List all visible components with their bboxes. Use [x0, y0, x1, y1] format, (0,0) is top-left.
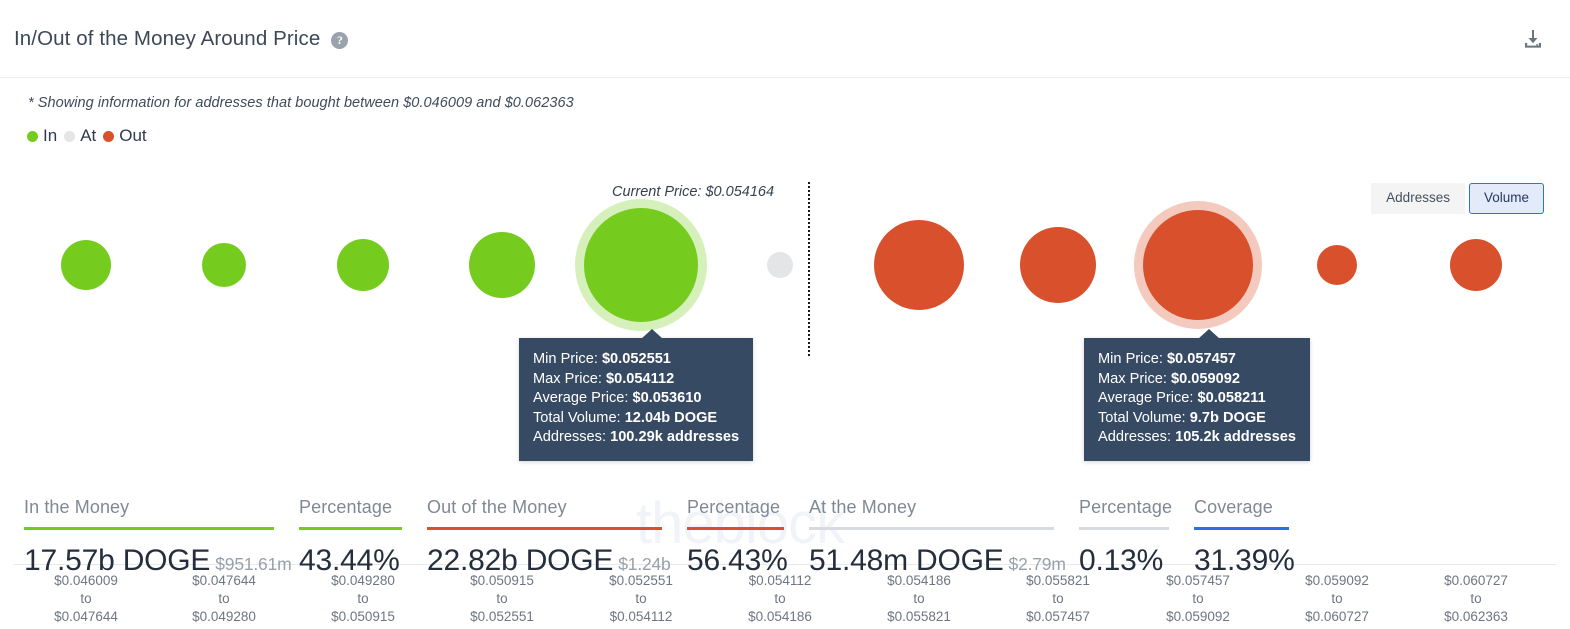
stat-value: 17.57b DOGE$951.61m [24, 530, 299, 578]
x-axis-label: $0.060727to$0.062363 [1444, 572, 1508, 626]
bubble-in[interactable] [202, 243, 246, 287]
tooltip-max-price-value: $0.059092 [1171, 371, 1240, 387]
bubble-in[interactable] [337, 239, 389, 291]
tooltip-max-price-value: $0.054112 [606, 371, 674, 387]
download-icon[interactable] [1520, 26, 1546, 52]
stat-block: Percentage43.44% [299, 497, 427, 578]
tooltip-volume-label: Total Volume: [1098, 410, 1186, 426]
stat-value: 22.82b DOGE$1.24b [427, 530, 687, 578]
tooltip-avg-price-label: Average Price: [533, 390, 628, 406]
legend-item-out[interactable]: Out [103, 126, 146, 146]
bubble-at[interactable] [767, 252, 793, 278]
stat-label: Percentage [299, 497, 427, 527]
tooltip-addresses-label: Addresses: [533, 429, 606, 445]
x-axis-label: $0.057457to$0.059092 [1166, 572, 1230, 626]
x-axis-label: $0.052551to$0.054112 [609, 572, 673, 626]
x-axis-label: $0.047644to$0.049280 [192, 572, 256, 626]
tooltip-addresses-value: 105.2k addresses [1175, 429, 1296, 445]
stat-value: 31.39% [1194, 530, 1314, 578]
stat-value: 43.44% [299, 530, 427, 578]
x-axis-labels: $0.046009to$0.047644 $0.047644to$0.049280… [0, 572, 1570, 628]
bubble-tooltip: Min Price: $0.052551 Max Price: $0.05411… [519, 338, 753, 461]
stat-block: Coverage31.39% [1194, 497, 1314, 578]
stat-block: At the Money51.48m DOGE$2.79m [809, 497, 1079, 578]
stat-label: At the Money [809, 497, 1079, 527]
tooltip-min-price-value: $0.057457 [1167, 351, 1236, 367]
tooltip-min-price-label: Min Price: [1098, 351, 1163, 367]
bubble-tooltip: Min Price: $0.057457 Max Price: $0.05909… [1084, 338, 1310, 461]
stat-subvalue: $2.79m [1009, 554, 1066, 574]
legend-label-at: At [80, 126, 96, 146]
bubble-out[interactable] [1020, 227, 1096, 303]
x-axis-label: $0.055821to$0.057457 [1026, 572, 1090, 626]
bubble-out[interactable] [874, 220, 964, 310]
bubble-in[interactable] [584, 208, 698, 322]
legend-dot-in-icon [27, 131, 38, 142]
tooltip-arrow-icon [1198, 329, 1220, 339]
x-axis-label: $0.059092to$0.060727 [1305, 572, 1369, 626]
tooltip-max-price-label: Max Price: [1098, 371, 1167, 387]
current-price-label: Current Price: $0.054164 [612, 184, 774, 200]
current-price-line [808, 182, 810, 356]
tooltip-addresses-value: 100.29k addresses [610, 429, 739, 445]
legend-item-in[interactable]: In [27, 126, 57, 146]
stat-subvalue: $951.61m [215, 554, 291, 574]
disclaimer-note: * Showing information for addresses that… [0, 78, 1570, 111]
tooltip-max-price-label: Max Price: [533, 371, 602, 387]
stat-label: In the Money [24, 497, 299, 527]
legend-dot-at-icon [64, 131, 75, 142]
tooltip-avg-price-label: Average Price: [1098, 390, 1193, 406]
stat-label: Out of the Money [427, 497, 687, 527]
help-icon[interactable]: ? [331, 32, 348, 49]
bubble-out[interactable] [1317, 245, 1357, 285]
bubble-in[interactable] [61, 240, 111, 290]
stat-label: Coverage [1194, 497, 1314, 527]
x-axis-label: $0.046009to$0.047644 [54, 572, 118, 626]
stat-value: 51.48m DOGE$2.79m [809, 530, 1079, 578]
stat-value: 56.43% [687, 530, 809, 578]
legend-label-in: In [43, 126, 57, 146]
legend-label-out: Out [119, 126, 146, 146]
stat-block: Percentage0.13% [1079, 497, 1194, 578]
summary-stats: In the Money17.57b DOGE$951.61mPercentag… [0, 497, 1570, 578]
legend: In At Out [0, 111, 1570, 146]
tooltip-addresses-label: Addresses: [1098, 429, 1171, 445]
bubble-out[interactable] [1450, 239, 1502, 291]
stat-block: Percentage56.43% [687, 497, 809, 578]
x-axis-label: $0.054112to$0.054186 [748, 572, 812, 626]
tooltip-min-price-label: Min Price: [533, 351, 598, 367]
tooltip-avg-price-value: $0.053610 [633, 390, 702, 406]
stat-block: Out of the Money22.82b DOGE$1.24b [427, 497, 687, 578]
bubble-out[interactable] [1143, 210, 1253, 320]
tooltip-volume-label: Total Volume: [533, 410, 621, 426]
page-title: In/Out of the Money Around Price [14, 27, 320, 51]
x-axis-label: $0.050915to$0.052551 [470, 572, 534, 626]
tooltip-volume-value: 12.04b DOGE [625, 410, 717, 426]
legend-item-at[interactable]: At [64, 126, 96, 146]
legend-dot-out-icon [103, 131, 114, 142]
stat-label: Percentage [1079, 497, 1194, 527]
bubble-chart: theblock Current Price: $0.054164 $0.046… [0, 160, 1570, 390]
x-axis-label: $0.054186to$0.055821 [887, 572, 951, 626]
card-header: In/Out of the Money Around Price ? [0, 0, 1570, 78]
stat-subvalue: $1.24b [618, 554, 670, 574]
bubble-in[interactable] [469, 232, 535, 298]
stat-label: Percentage [687, 497, 809, 527]
stat-value: 0.13% [1079, 530, 1194, 578]
stat-block: In the Money17.57b DOGE$951.61m [24, 497, 299, 578]
tooltip-min-price-value: $0.052551 [602, 351, 671, 367]
tooltip-arrow-icon [641, 329, 663, 339]
tooltip-volume-value: 9.7b DOGE [1190, 410, 1266, 426]
x-axis-label: $0.049280to$0.050915 [331, 572, 395, 626]
tooltip-avg-price-value: $0.058211 [1198, 390, 1266, 406]
